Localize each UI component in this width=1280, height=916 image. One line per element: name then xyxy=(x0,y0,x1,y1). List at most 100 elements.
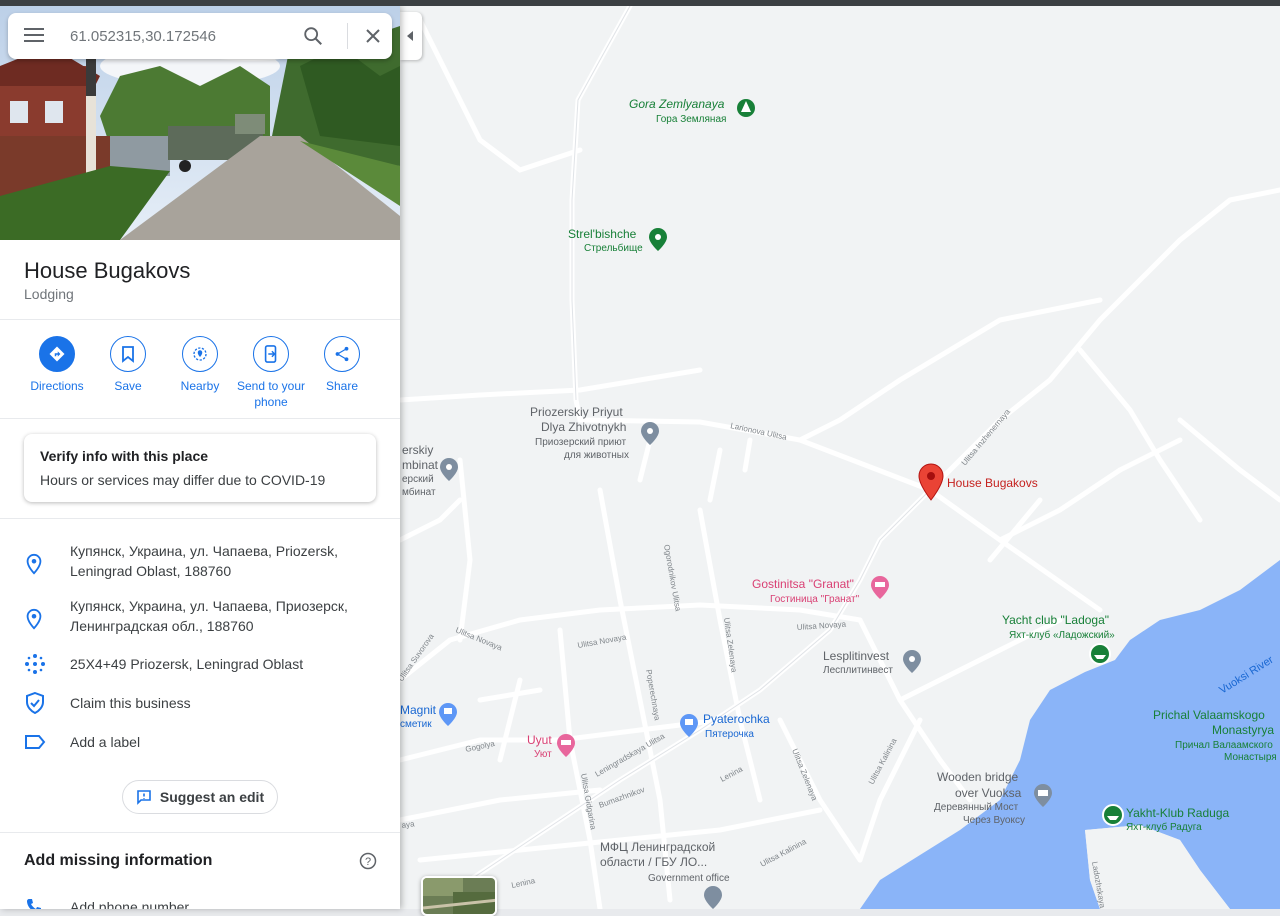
shield-check-icon xyxy=(26,692,44,714)
poi-label: сметик xyxy=(400,719,432,730)
action-label: Nearby xyxy=(180,379,220,393)
poi-label: erskiy xyxy=(402,443,433,457)
location-pin-icon xyxy=(26,608,42,630)
poi-label: Magnit xyxy=(400,703,437,717)
poi-label: Яхт-клуб Радуга xyxy=(1126,821,1202,833)
poi-label: Яхт-клуб «Ладожский» xyxy=(1009,629,1115,641)
poi-label: Через Вуоксу xyxy=(963,815,1025,826)
poi-label: Uyut xyxy=(527,733,552,747)
divider xyxy=(0,418,400,419)
close-icon[interactable] xyxy=(363,26,383,46)
poi-label: Gostinitsa "Granat" xyxy=(752,577,854,591)
poi-label: области / ГБУ ЛО... xyxy=(600,855,707,869)
poi-label: Пятерочка xyxy=(705,729,754,740)
poi-label: Приозерский приют xyxy=(535,437,627,448)
divider xyxy=(0,832,400,833)
poi-label: Lesplitinvest xyxy=(823,649,890,663)
phone-icon xyxy=(27,899,41,909)
nearby-icon xyxy=(193,347,207,361)
menu-icon[interactable] xyxy=(24,28,44,44)
poi-label: over Vuoksa xyxy=(955,786,1022,800)
poi-label: Government office xyxy=(648,873,730,884)
claim-business-text: Claim this business xyxy=(70,695,191,711)
poi-label: мбинат xyxy=(402,486,436,498)
add-missing-info-heading: Add missing information xyxy=(24,852,213,869)
boat-icon xyxy=(1102,804,1124,826)
location-pin-icon xyxy=(26,553,42,575)
poi-label: для животных xyxy=(564,450,629,461)
svg-text:?: ? xyxy=(365,856,371,868)
poi-label: Priozerskiy Priyut xyxy=(530,405,623,419)
action-label: Directions xyxy=(30,379,84,393)
street-label: aya xyxy=(401,819,416,830)
edit-feedback-icon xyxy=(137,790,151,805)
verify-title: Verify info with this place xyxy=(40,448,209,464)
plus-code-icon xyxy=(25,654,45,674)
poi-label: Gora Zemlyanaya xyxy=(629,97,725,111)
address-local-row[interactable]: Купянск, Украина, ул. Чапаева, Приозерск… xyxy=(0,596,400,640)
poi-label: Dlya Zhivotnykh xyxy=(541,420,626,434)
poi-label: Prichal Valaamskogo xyxy=(1153,708,1265,722)
search-box xyxy=(8,13,392,59)
poi-label: Monastyrya xyxy=(1212,723,1274,737)
mountain-icon xyxy=(737,99,755,117)
divider xyxy=(0,319,400,320)
poi-label: Yakht-Klub Raduga xyxy=(1126,806,1230,820)
poi-label: ерский xyxy=(402,474,434,485)
layers-toggle-thumbnail[interactable] xyxy=(421,876,497,916)
verify-info-card: Verify info with this place Hours or ser… xyxy=(24,434,376,502)
add-label-row[interactable]: Add a label xyxy=(0,731,400,755)
place-side-panel: House Bugakovs Lodging Directions Save N… xyxy=(0,6,400,909)
search-input[interactable] xyxy=(70,23,290,49)
caret-left-icon xyxy=(407,31,413,41)
address-local-text: Купянск, Украина, ул. Чапаева, Приозерск… xyxy=(70,598,348,634)
poi-label: Уют xyxy=(534,749,552,760)
window-top-bar xyxy=(0,0,1280,6)
poi-label: Pyaterochka xyxy=(703,712,770,726)
search-icon[interactable] xyxy=(302,25,324,47)
suggest-edit-label: Suggest an edit xyxy=(159,789,265,805)
poi-label: Монастыря xyxy=(1224,752,1277,763)
add-label-text: Add a label xyxy=(70,734,141,750)
collapse-panel-button[interactable] xyxy=(400,12,422,60)
send-to-phone-button[interactable]: Send to your phone xyxy=(235,336,307,410)
share-button[interactable]: Share xyxy=(306,336,378,394)
plus-code-row[interactable]: 25X4+49 Priozersk, Leningrad Oblast xyxy=(0,653,400,677)
plus-code-text: 25X4+49 Priozersk, Leningrad Oblast xyxy=(70,656,304,672)
poi-label: Причал Валаамского xyxy=(1175,740,1273,751)
selected-place-label: House Bugakovs xyxy=(947,476,1038,490)
nearby-button[interactable]: Nearby xyxy=(164,336,236,394)
action-label: Send to your phone xyxy=(236,379,306,409)
bookmark-icon xyxy=(122,346,134,363)
poi-label: МФЦ Ленинградской xyxy=(600,840,715,854)
poi-label: Гора Земляная xyxy=(656,114,726,125)
poi-label: Wooden bridge xyxy=(937,770,1018,784)
poi-label: mbinat xyxy=(402,458,439,472)
place-category[interactable]: Lodging xyxy=(24,286,74,302)
verify-subtitle: Hours or services may differ due to COVI… xyxy=(40,472,326,488)
search-divider xyxy=(347,23,348,49)
directions-icon xyxy=(49,346,65,362)
poi-label: Лесплитинвест xyxy=(823,665,893,676)
directions-button[interactable]: Directions xyxy=(21,336,93,394)
poi-label: Strel'bishche xyxy=(568,227,637,241)
poi-label: Деревянный Мост xyxy=(934,802,1019,813)
address-text: Купянск, Украина, ул. Чапаева, Priozersk… xyxy=(70,543,339,579)
action-label: Save xyxy=(114,379,142,393)
poi-label: Стрельбище xyxy=(584,242,643,254)
add-phone-number-link[interactable]: Add phone number xyxy=(70,899,189,909)
poi-label: Гостиница "Гранат" xyxy=(770,594,860,605)
action-label: Share xyxy=(325,379,359,393)
save-button[interactable]: Save xyxy=(92,336,164,394)
share-icon xyxy=(335,346,349,362)
address-row[interactable]: Купянск, Украина, ул. Чапаева, Priozersk… xyxy=(0,541,400,585)
divider xyxy=(0,518,400,519)
suggest-edit-button[interactable]: Suggest an edit xyxy=(122,780,278,814)
place-title: House Bugakovs xyxy=(24,258,191,283)
claim-business-row[interactable]: Claim this business xyxy=(0,692,400,716)
poi-label: Yacht club "Ladoga" xyxy=(1002,613,1109,627)
boat-icon xyxy=(1089,643,1111,665)
help-icon[interactable]: ? xyxy=(359,852,377,870)
label-tag-icon xyxy=(25,735,46,749)
send-to-phone-icon xyxy=(264,345,277,363)
